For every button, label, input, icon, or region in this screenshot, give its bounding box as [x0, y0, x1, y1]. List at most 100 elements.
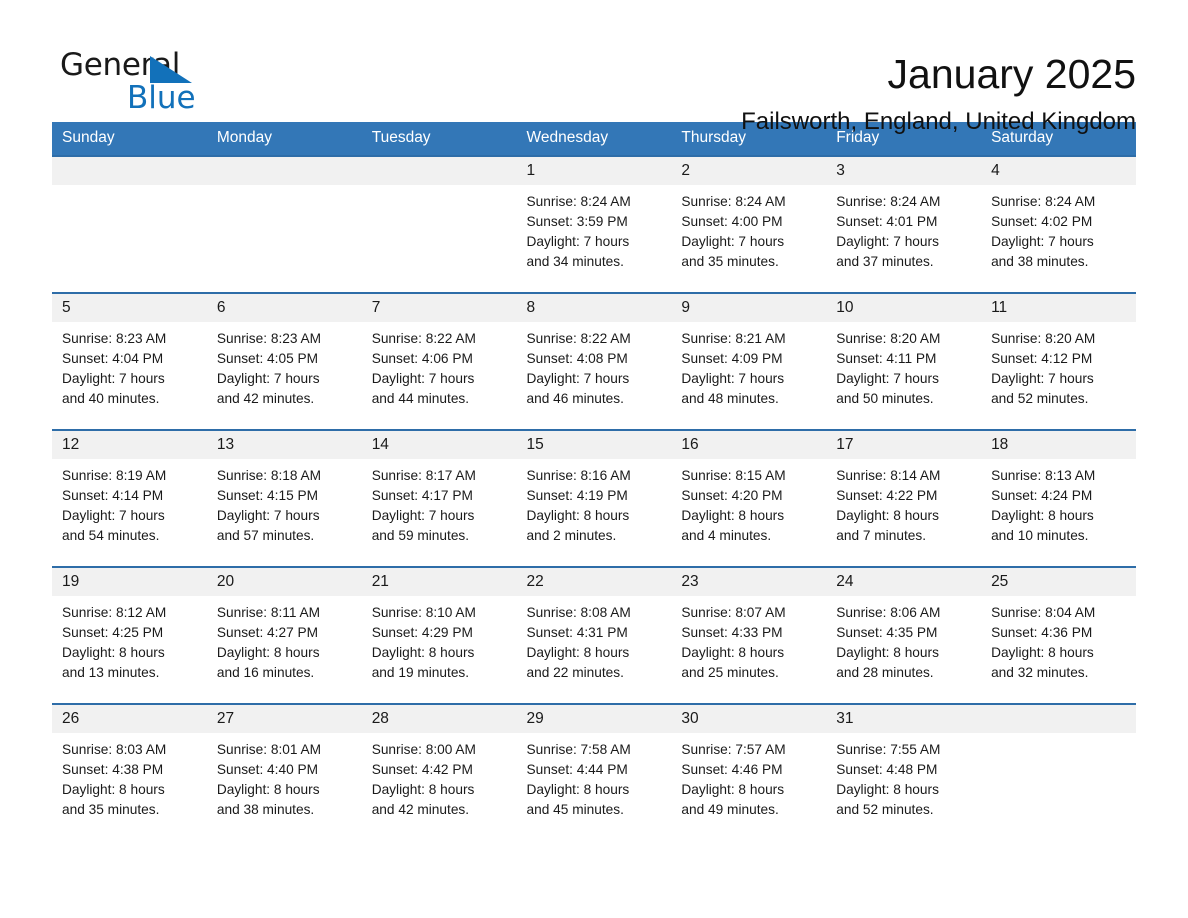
daylight-text-line2: and 46 minutes.: [526, 391, 624, 407]
calendar-day-cell[interactable]: 20 Sunrise: 8:11 AM Sunset: 4:27 PM Dayligh…: [206, 566, 362, 704]
sunrise-text: Sunrise: 8:15 AM: [681, 468, 786, 483]
daylight-text-line1: Daylight: 8 hours: [836, 508, 939, 524]
sunset-text: Sunset: 4:15 PM: [216, 488, 319, 504]
calendar-day-cell[interactable]: 17 Sunrise: 8:14 AM Sunset: 4:22 PM Dayligh…: [826, 429, 982, 567]
calendar-day-cell[interactable]: 3 Sunrise: 8:24 AM Sunset: 4:01 PM Daylight…: [826, 155, 982, 293]
calendar-day-cell[interactable]: 27 Sunrise: 8:01 AM Sunset: 4:40 PM Dayligh…: [206, 703, 362, 840]
sunrise-text: Sunrise: 8:24 AM: [991, 194, 1096, 209]
daylight-text-line2: and 25 minutes.: [681, 665, 779, 681]
daylight-text-line2: and 59 minutes.: [371, 528, 470, 544]
day-details: Sunrise: 7:55 AM Sunset: 4:48 PM Daylight:…: [826, 733, 981, 820]
sunrise-text: Sunrise: 8:22 AM: [371, 331, 476, 346]
sunset-text: Sunset: 4:17 PM: [371, 488, 473, 504]
calendar-day-cell[interactable]: 1 Sunrise: 8:24 AM Sunset: 3:59 PM Daylight…: [516, 155, 672, 293]
daylight-text-line1: Daylight: 8 hours: [216, 782, 320, 798]
day-number: 11: [981, 294, 1136, 322]
day-details: Sunrise: 8:24 AM Sunset: 4:02 PM Daylight:…: [981, 185, 1136, 272]
calendar-day-cell[interactable]: 9 Sunrise: 8:21 AM Sunset: 4:09 PM Daylight…: [671, 292, 827, 430]
calendar-day-cell[interactable]: 28 Sunrise: 8:00 AM Sunset: 4:42 PM Dayligh…: [361, 703, 517, 840]
calendar-day-cell[interactable]: 23 Sunrise: 8:07 AM Sunset: 4:33 PM Dayligh…: [671, 566, 827, 704]
daylight-text-line1: Daylight: 8 hours: [681, 782, 785, 798]
day-details: Sunrise: 8:10 AM Sunset: 4:29 PM Daylight:…: [362, 596, 517, 683]
day-details: Sunrise: 8:23 AM Sunset: 4:05 PM Daylight:…: [207, 322, 362, 409]
day-details: Sunrise: 8:07 AM Sunset: 4:33 PM Daylight:…: [671, 596, 826, 683]
day-number: [981, 705, 1136, 733]
calendar-day-cell[interactable]: 14 Sunrise: 8:17 AM Sunset: 4:17 PM Dayligh…: [361, 429, 517, 567]
day-details: Sunrise: 8:20 AM Sunset: 4:11 PM Daylight:…: [826, 322, 981, 409]
day-number: 17: [826, 431, 982, 459]
sunset-text: Sunset: 4:01 PM: [836, 214, 938, 230]
calendar-day-cell[interactable]: 7 Sunrise: 8:22 AM Sunset: 4:06 PM Daylight…: [361, 292, 517, 430]
daylight-text-line1: Daylight: 8 hours: [216, 645, 320, 661]
calendar-day-cell[interactable]: 12 Sunrise: 8:19 AM Sunset: 4:14 PM Dayligh…: [52, 429, 207, 567]
sunset-text: Sunset: 4:12 PM: [991, 351, 1093, 367]
daylight-text-line1: Daylight: 7 hours: [681, 371, 785, 387]
day-details: Sunrise: 7:57 AM Sunset: 4:46 PM Daylight:…: [671, 733, 826, 820]
calendar-day-cell[interactable]: 19 Sunrise: 8:12 AM Sunset: 4:25 PM Dayligh…: [52, 566, 207, 704]
page-header: General Blue January 2025 Failsworth, En…: [52, 0, 1136, 135]
day-number: 19: [52, 568, 207, 596]
calendar-day-cell[interactable]: 8 Sunrise: 8:22 AM Sunset: 4:08 PM Daylight…: [516, 292, 672, 430]
daylight-text-line1: Daylight: 7 hours: [62, 371, 165, 387]
daylight-text-line1: Daylight: 8 hours: [62, 645, 165, 661]
daylight-text-line2: and 19 minutes.: [371, 665, 470, 681]
calendar-day-cell[interactable]: 29 Sunrise: 7:58 AM Sunset: 4:44 PM Dayligh…: [516, 703, 672, 840]
daylight-text-line1: Daylight: 8 hours: [526, 782, 630, 798]
sunset-text: Sunset: 4:44 PM: [526, 762, 628, 778]
calendar-day-cell[interactable]: 6 Sunrise: 8:23 AM Sunset: 4:05 PM Daylight…: [206, 292, 362, 430]
calendar-week-row: 5 Sunrise: 8:23 AM Sunset: 4:04 PM Daylight…: [52, 292, 1136, 430]
day-number: 22: [516, 568, 672, 596]
daylight-text-line1: Daylight: 7 hours: [991, 371, 1094, 387]
sunrise-text: Sunrise: 8:07 AM: [681, 605, 786, 620]
daylight-text-line2: and 28 minutes.: [836, 665, 934, 681]
day-details: Sunrise: 8:01 AM Sunset: 4:40 PM Daylight:…: [207, 733, 362, 820]
daylight-text-line1: Daylight: 7 hours: [62, 508, 165, 524]
day-details: Sunrise: 8:21 AM Sunset: 4:09 PM Daylight:…: [671, 322, 826, 409]
calendar-day-cell[interactable]: 21 Sunrise: 8:10 AM Sunset: 4:29 PM Dayligh…: [361, 566, 517, 704]
daylight-text-line1: Daylight: 7 hours: [681, 234, 785, 250]
daylight-text-line1: Daylight: 7 hours: [371, 508, 475, 524]
day-number: 13: [206, 431, 362, 459]
calendar-day-cell[interactable]: 2 Sunrise: 8:24 AM Sunset: 4:00 PM Daylight…: [671, 155, 827, 293]
day-number: 9: [671, 294, 827, 322]
day-number: 24: [826, 568, 982, 596]
sunrise-text: Sunrise: 8:24 AM: [526, 194, 631, 209]
day-details: Sunrise: 8:19 AM Sunset: 4:14 PM Daylight:…: [52, 459, 207, 546]
calendar-day-cell[interactable]: 16 Sunrise: 8:15 AM Sunset: 4:20 PM Dayligh…: [671, 429, 827, 567]
calendar-day-cell[interactable]: 18 Sunrise: 8:13 AM Sunset: 4:24 PM Dayligh…: [981, 429, 1136, 567]
daylight-text-line2: and 35 minutes.: [62, 802, 160, 818]
day-details: Sunrise: 8:17 AM Sunset: 4:17 PM Daylight:…: [362, 459, 517, 546]
sunrise-text: Sunrise: 8:22 AM: [526, 331, 631, 346]
sunrise-text: Sunrise: 8:24 AM: [681, 194, 786, 209]
sunrise-text: Sunrise: 8:23 AM: [216, 331, 322, 346]
sunrise-text: Sunrise: 8:13 AM: [991, 468, 1096, 483]
daylight-text-line1: Daylight: 8 hours: [371, 645, 475, 661]
calendar-day-cell[interactable]: 15 Sunrise: 8:16 AM Sunset: 4:19 PM Dayligh…: [516, 429, 672, 567]
day-details: Sunrise: 8:23 AM Sunset: 4:04 PM Daylight:…: [52, 322, 207, 409]
calendar-day-cell[interactable]: 26 Sunrise: 8:03 AM Sunset: 4:38 PM Dayligh…: [52, 703, 207, 840]
sunset-text: Sunset: 4:48 PM: [836, 762, 938, 778]
calendar-day-cell[interactable]: 5 Sunrise: 8:23 AM Sunset: 4:04 PM Daylight…: [52, 292, 207, 430]
calendar-day-cell[interactable]: 11 Sunrise: 8:20 AM Sunset: 4:12 PM Dayligh…: [981, 292, 1136, 430]
calendar-day-cell[interactable]: 22 Sunrise: 8:08 AM Sunset: 4:31 PM Dayligh…: [516, 566, 672, 704]
daylight-text-line2: and 57 minutes.: [216, 528, 315, 544]
calendar-day-cell[interactable]: 13 Sunrise: 8:18 AM Sunset: 4:15 PM Dayligh…: [206, 429, 362, 567]
sunset-text: Sunset: 4:11 PM: [836, 351, 937, 367]
calendar-day-cell[interactable]: 24 Sunrise: 8:06 AM Sunset: 4:35 PM Dayligh…: [826, 566, 982, 704]
daylight-text-line2: and 4 minutes.: [681, 528, 772, 544]
day-details: Sunrise: 8:15 AM Sunset: 4:20 PM Daylight:…: [671, 459, 826, 546]
calendar-day-cell[interactable]: 4 Sunrise: 8:24 AM Sunset: 4:02 PM Daylight…: [981, 155, 1136, 293]
sunrise-text: Sunrise: 8:23 AM: [62, 331, 167, 346]
day-details: Sunrise: 8:22 AM Sunset: 4:08 PM Daylight:…: [517, 322, 672, 409]
sunset-text: Sunset: 4:00 PM: [681, 214, 783, 230]
daylight-text-line2: and 38 minutes.: [991, 254, 1089, 270]
calendar-day-cell[interactable]: 30 Sunrise: 7:57 AM Sunset: 4:46 PM Dayligh…: [671, 703, 827, 840]
day-number: 21: [361, 568, 517, 596]
sunset-text: Sunset: 4:33 PM: [681, 625, 783, 641]
calendar-day-cell[interactable]: 31 Sunrise: 7:55 AM Sunset: 4:48 PM Dayligh…: [826, 703, 982, 840]
sunrise-text: Sunrise: 8:11 AM: [216, 605, 321, 620]
day-number: 16: [671, 431, 827, 459]
day-number: 27: [206, 705, 362, 733]
calendar-day-cell[interactable]: 25 Sunrise: 8:04 AM Sunset: 4:36 PM Dayligh…: [981, 566, 1136, 704]
calendar-day-cell[interactable]: 10 Sunrise: 8:20 AM Sunset: 4:11 PM Dayligh…: [826, 292, 982, 430]
